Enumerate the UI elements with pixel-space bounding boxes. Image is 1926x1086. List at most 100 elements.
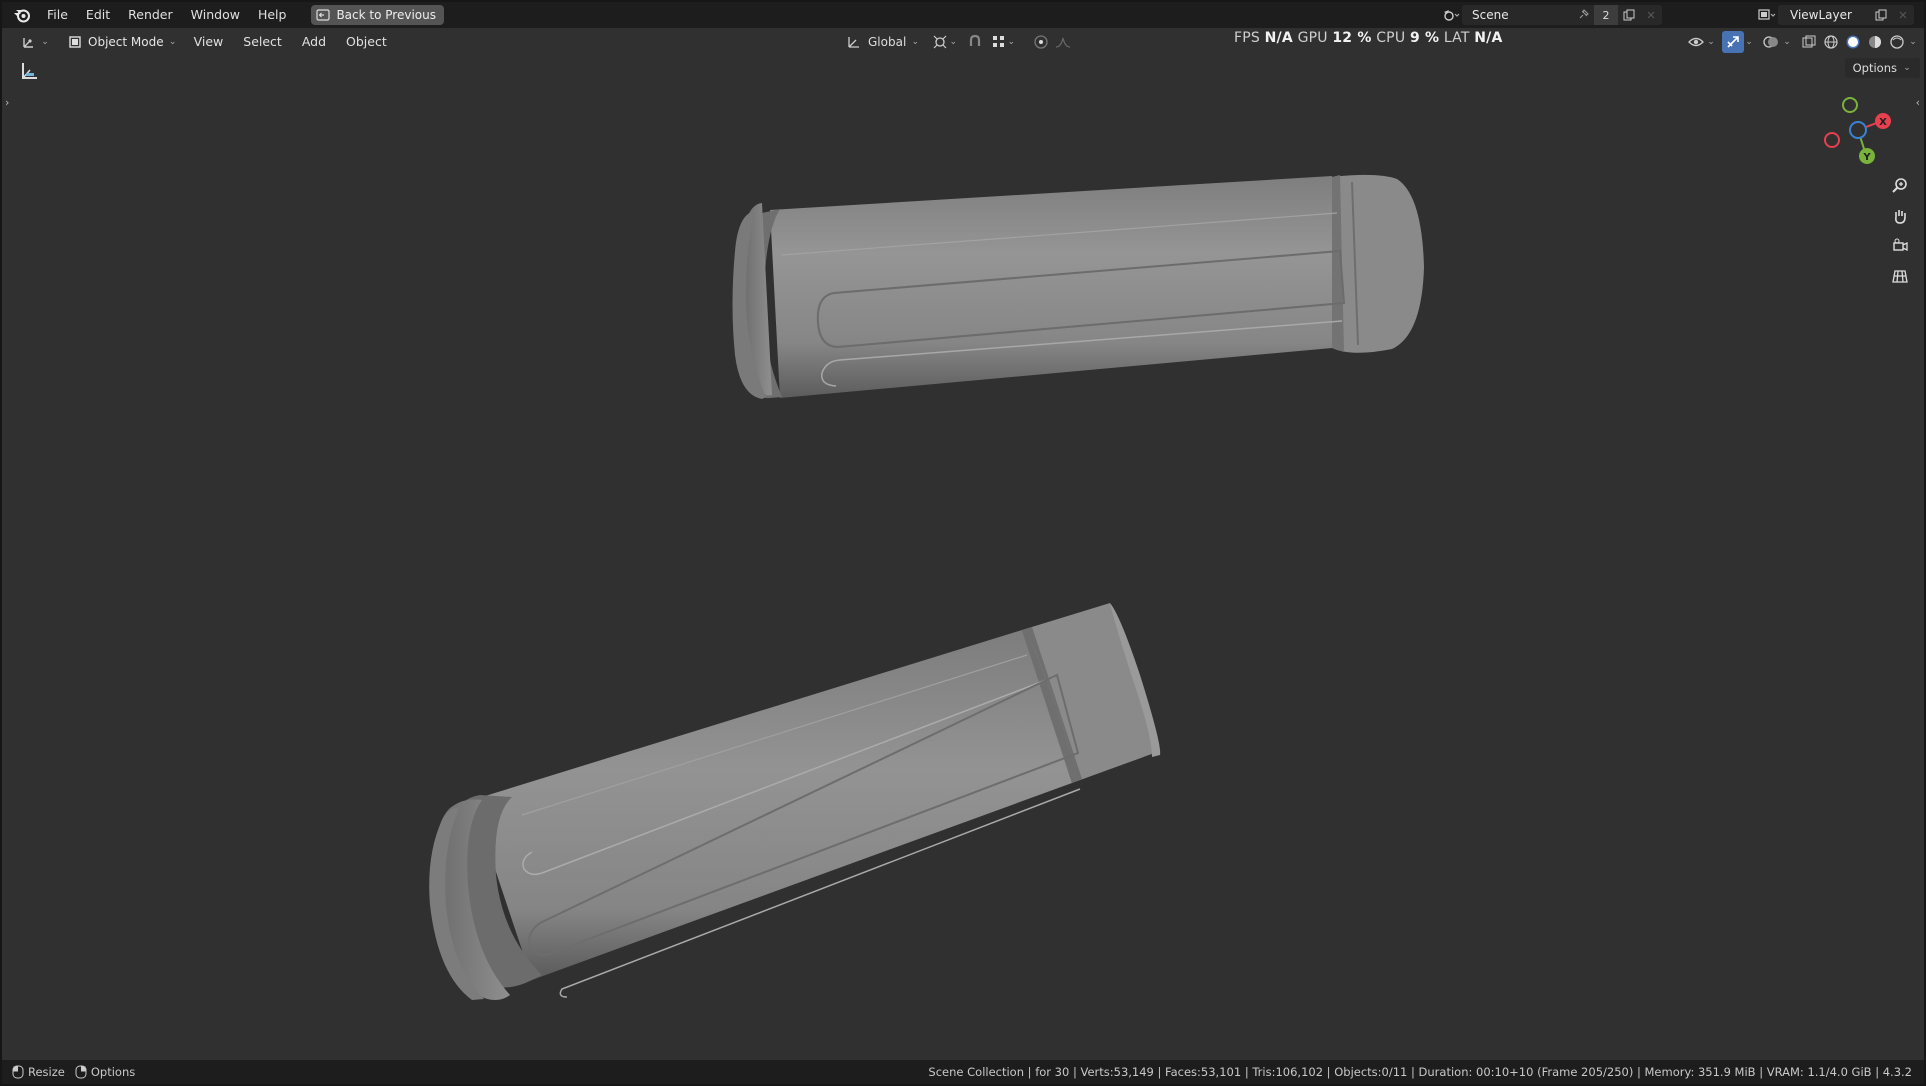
scene-statistics: Scene Collection | for 30 | Verts:53,149… (928, 1065, 1912, 1079)
lower-cylinder-mesh[interactable] (429, 603, 1161, 1000)
gpu-value: 12 % (1332, 30, 1372, 46)
active-tool-icon[interactable] (18, 60, 40, 82)
back-icon (316, 9, 331, 21)
cpu-label: CPU (1376, 30, 1406, 46)
transform-tools: Global ⌄ ⌄ ⌄ (840, 31, 1074, 53)
menu-view[interactable]: View (184, 31, 234, 53)
view-layer-selector: ViewLayer (1756, 5, 1914, 25)
view-layer-name-input[interactable]: ViewLayer (1778, 8, 1870, 22)
performance-stats: FPS N/A GPU 12 % CPU 9 % LAT N/A (1234, 30, 1503, 46)
camera-view-icon[interactable] (1888, 234, 1912, 258)
top-bar: File Edit Render Window Help Back to Pre… (2, 2, 1924, 28)
scene-users-count[interactable]: 2 (1594, 5, 1618, 25)
orientation-label: Global (868, 35, 907, 49)
back-to-previous-button[interactable]: Back to Previous (311, 5, 444, 25)
resize-hint-label: Resize (28, 1065, 65, 1079)
chevron-down-icon[interactable]: ⌄ (1908, 31, 1918, 53)
visibility-dropdown[interactable]: ⌄ (1682, 31, 1722, 53)
editor-type-icon (23, 37, 33, 48)
object-mode-icon (69, 35, 81, 48)
3d-viewport[interactable] (2, 55, 1924, 1060)
eye-icon (1688, 37, 1704, 47)
status-hints: Resize Options (12, 1065, 145, 1079)
view-layer-field[interactable]: ViewLayer (1778, 5, 1914, 25)
orientation-icon (848, 37, 859, 48)
menu-help[interactable]: Help (249, 2, 296, 28)
overlays-toggle-icon[interactable] (1760, 31, 1782, 53)
scene-selector: Scene 2 (1440, 5, 1662, 25)
menu-select[interactable]: Select (233, 31, 292, 53)
shading-tools: ⌄ ⌄ ⌄ ⌄ (1682, 31, 1918, 53)
y-axis-label: Y (1862, 152, 1871, 163)
sidebar-expand-icon[interactable]: ‹ (1916, 96, 1920, 109)
menu-object[interactable]: Object (336, 31, 397, 53)
blender-logo-icon[interactable] (12, 5, 32, 25)
chevron-down-icon: ⌄ (1707, 37, 1715, 47)
rendered-shading-icon[interactable] (1886, 31, 1908, 53)
lat-label: LAT (1443, 30, 1470, 46)
xray-toggle-icon[interactable] (1798, 31, 1820, 53)
editor-type-selector[interactable]: ⌄ (16, 31, 56, 53)
mouse-right-icon (75, 1065, 87, 1079)
view-layer-browse-icon[interactable] (1756, 5, 1778, 25)
options-dropdown[interactable]: Options ⌄ (1844, 58, 1920, 78)
gpu-label: GPU (1297, 30, 1328, 46)
resize-hint: Resize (12, 1065, 65, 1079)
snap-toggle-icon[interactable] (964, 31, 986, 53)
negative-x-axis-icon[interactable] (1824, 132, 1840, 148)
pin-icon[interactable] (1572, 5, 1594, 25)
menu-render[interactable]: Render (119, 2, 182, 28)
upper-cylinder-mesh[interactable] (732, 174, 1425, 399)
menu-edit[interactable]: Edit (77, 2, 119, 28)
scene-name-input[interactable]: Scene (1462, 8, 1572, 22)
duplicate-view-layer-icon[interactable] (1870, 5, 1892, 25)
orientation-dropdown[interactable]: Global ⌄ (840, 31, 926, 53)
options-hint: Options (75, 1065, 135, 1079)
back-to-previous-label: Back to Previous (336, 8, 436, 22)
zoom-icon[interactable] (1888, 174, 1912, 198)
snap-target-dropdown[interactable]: ⌄ (986, 31, 1022, 53)
material-shading-icon[interactable] (1864, 31, 1886, 53)
snap-grid-icon (993, 36, 1005, 47)
options-hint-label: Options (90, 1065, 136, 1079)
duplicate-scene-icon[interactable] (1618, 5, 1640, 25)
mouse-icon (12, 1065, 24, 1079)
solid-shading-icon[interactable] (1842, 31, 1864, 53)
hand-pan-icon[interactable] (1888, 204, 1912, 228)
falloff-icon[interactable] (1052, 31, 1074, 53)
wireframe-shading-icon[interactable] (1820, 31, 1842, 53)
chevron-down-icon: ⌄ (1903, 63, 1911, 73)
chevron-down-icon: ⌄ (911, 37, 920, 47)
object-mode-label: Object Mode (88, 34, 164, 49)
negative-y-axis-icon[interactable] (1842, 97, 1858, 113)
chevron-down-icon[interactable]: ⌄ (1782, 31, 1792, 53)
lat-value: N/A (1474, 30, 1503, 46)
x-axis-label: X (1879, 117, 1887, 128)
menu-file[interactable]: File (38, 2, 77, 28)
status-bar: Resize Options Scene Collection | for 30… (2, 1060, 1924, 1084)
proportional-editing-icon[interactable] (1030, 31, 1052, 53)
scene-browse-icon[interactable] (1440, 5, 1462, 25)
chevron-down-icon[interactable]: ⌄ (1744, 31, 1754, 53)
object-mode-dropdown[interactable]: Object Mode ⌄ (62, 31, 184, 53)
pivot-icon (933, 35, 947, 49)
fps-value: N/A (1264, 30, 1293, 46)
cpu-value: 9 % (1409, 30, 1440, 46)
blender-window: File Edit Render Window Help Back to Pre… (2, 2, 1924, 1084)
fps-label: FPS (1234, 30, 1260, 46)
z-axis-icon[interactable] (1849, 121, 1867, 139)
navigation-gizmo[interactable]: X Y (1810, 90, 1910, 170)
chevron-down-icon: ⌄ (1007, 37, 1016, 47)
delete-view-layer-icon[interactable] (1892, 5, 1914, 25)
viewport-header: ⌄ Object Mode ⌄ View Select Add Object G… (2, 28, 1924, 55)
chevron-down-icon: ⌄ (168, 36, 177, 47)
delete-scene-icon[interactable] (1640, 5, 1662, 25)
menu-window[interactable]: Window (182, 2, 249, 28)
grid-projection-icon[interactable] (1888, 264, 1912, 288)
menu-add[interactable]: Add (292, 31, 336, 53)
toolbar-expand-icon[interactable]: › (5, 96, 9, 109)
gizmo-toggle-icon[interactable] (1722, 31, 1744, 53)
chevron-down-icon: ⌄ (949, 37, 958, 47)
pivot-point-dropdown[interactable]: ⌄ (926, 31, 964, 53)
scene-field[interactable]: Scene 2 (1462, 5, 1662, 25)
